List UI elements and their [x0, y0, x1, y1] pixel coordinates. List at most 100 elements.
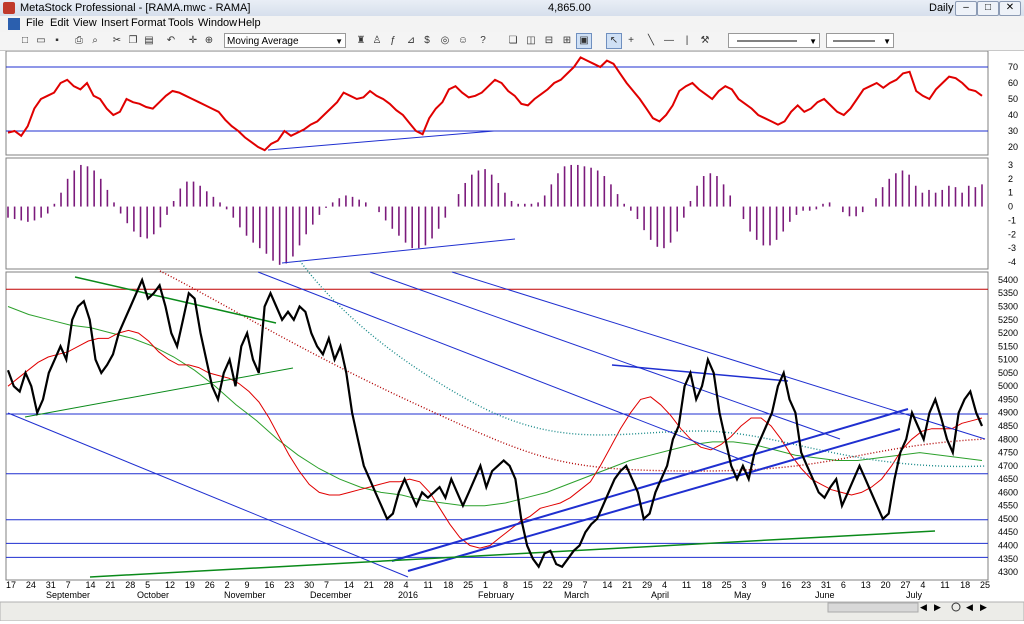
- chevron-down-icon: ▼: [809, 37, 817, 46]
- x-tick-label: 5: [145, 580, 150, 590]
- month-label: June: [815, 590, 835, 600]
- x-tick-label: 24: [26, 580, 36, 590]
- y-tick-label: 3: [1008, 160, 1013, 170]
- y-tick-label: 4750: [998, 448, 1018, 458]
- cut-icon[interactable]: ✂: [110, 34, 124, 48]
- maximize-button[interactable]: □: [977, 1, 999, 16]
- page-left-icon: ◀: [966, 602, 973, 612]
- line-weight-sample: [833, 40, 875, 42]
- x-tick-label: 19: [185, 580, 195, 590]
- y-tick-label: -2: [1008, 229, 1016, 239]
- y-tick-label: 4650: [998, 474, 1018, 484]
- print-icon[interactable]: ⎙: [72, 34, 86, 48]
- x-tick-label: 21: [105, 580, 115, 590]
- new-icon[interactable]: □: [18, 34, 32, 48]
- x-tick-label: 31: [46, 580, 56, 590]
- x-tick-label: 16: [781, 580, 791, 590]
- y-tick-label: 20: [1008, 142, 1018, 152]
- month-label: May: [734, 590, 752, 600]
- line-weight-select[interactable]: ▼: [826, 33, 894, 48]
- scroll-left-icon: ◀: [920, 602, 927, 612]
- formula-icon[interactable]: ƒ: [386, 34, 400, 48]
- lock-icon[interactable]: ♜: [354, 34, 368, 48]
- x-tick-label: 7: [66, 580, 71, 590]
- crosshair-icon[interactable]: ✛: [186, 34, 200, 48]
- horizontal-line-icon[interactable]: —: [662, 34, 676, 48]
- print-preview-icon[interactable]: ⌕: [88, 34, 102, 48]
- tile-horizontal-icon[interactable]: ⊟: [542, 34, 556, 48]
- line-style-sample: [737, 40, 797, 42]
- close-button[interactable]: ✕: [999, 1, 1021, 16]
- x-tick-label: 6: [841, 580, 846, 590]
- x-tick-label: 12: [165, 580, 175, 590]
- y-tick-label: 5200: [998, 328, 1018, 338]
- y-tick-label: 0: [1008, 202, 1013, 212]
- x-tick-label: 22: [543, 580, 553, 590]
- toolbar: □ ▭ ▪ ⎙ ⌕ ✂ ❐ ▤ ↶ ✛ ⊕ Moving Average ▼ ♜…: [0, 32, 1024, 51]
- menu-help[interactable]: Help: [238, 17, 261, 29]
- y-tick-label: 50: [1008, 94, 1018, 104]
- window-cascade-icon[interactable]: ❏: [506, 34, 520, 48]
- menu-format[interactable]: Format: [131, 17, 166, 29]
- x-tick-label: 11: [940, 580, 949, 590]
- y-tick-label: 4600: [998, 487, 1018, 497]
- chart-canvas[interactable]: 7060504030203210-1-2-3-45400535053005250…: [0, 50, 1024, 622]
- tile-vertical-icon[interactable]: ◫: [524, 34, 538, 48]
- layout-icon[interactable]: ▣: [576, 33, 592, 49]
- x-tick-label: 21: [364, 580, 374, 590]
- x-tick-label: 28: [384, 580, 394, 590]
- month-label: December: [310, 590, 352, 600]
- indicator-select-value: Moving Average: [227, 36, 299, 47]
- chevron-down-icon: ▼: [883, 37, 891, 46]
- tools-icon[interactable]: ⚒: [698, 34, 712, 48]
- x-tick-label: 8: [503, 580, 508, 590]
- y-tick-label: 5050: [998, 368, 1018, 378]
- people-icon[interactable]: ☺: [456, 34, 470, 48]
- zoom-icon[interactable]: ⊕: [202, 34, 216, 48]
- price-panel: [5, 271, 989, 581]
- menu-file[interactable]: File: [26, 17, 44, 29]
- app-icon[interactable]: [3, 2, 15, 14]
- menu-tools[interactable]: Tools: [168, 17, 194, 29]
- save-icon[interactable]: ▪: [50, 34, 64, 48]
- dollar-icon[interactable]: $: [420, 34, 434, 48]
- open-icon[interactable]: ▭: [34, 34, 48, 48]
- y-tick-label: 4450: [998, 527, 1018, 537]
- expert-icon[interactable]: ♙: [370, 34, 384, 48]
- paste-icon[interactable]: ▤: [142, 34, 156, 48]
- y-tick-label: 4700: [998, 461, 1018, 471]
- copy-icon[interactable]: ❐: [126, 34, 140, 48]
- menu-edit[interactable]: Edit: [50, 17, 69, 29]
- menu-window[interactable]: Window: [198, 17, 237, 29]
- undo-icon[interactable]: ↶: [164, 34, 178, 48]
- y-tick-label: 4850: [998, 421, 1018, 431]
- menu-view[interactable]: View: [73, 17, 97, 29]
- quote-icon[interactable]: ◎: [438, 34, 452, 48]
- month-label: April: [651, 590, 669, 600]
- grid-icon[interactable]: ⊞: [560, 34, 574, 48]
- cross-icon[interactable]: +: [624, 34, 638, 48]
- x-tick-label: 4: [662, 580, 667, 590]
- menu-insert[interactable]: Insert: [101, 17, 129, 29]
- pointer-icon[interactable]: ↖: [606, 33, 622, 49]
- explorer-icon[interactable]: ⊿: [404, 34, 418, 48]
- y-tick-label: 4900: [998, 408, 1018, 418]
- x-tick-label: 14: [602, 580, 612, 590]
- x-tick-label: 25: [980, 580, 990, 590]
- title-bar: MetaStock Professional - [RAMA.mwc - RAM…: [0, 0, 1024, 17]
- indicator-select[interactable]: Moving Average ▼: [224, 33, 346, 48]
- y-tick-label: -4: [1008, 257, 1016, 267]
- document-icon[interactable]: [8, 18, 20, 30]
- y-tick-label: 1: [1008, 188, 1013, 198]
- line-style-select[interactable]: ▼: [728, 33, 820, 48]
- x-tick-label: 2: [225, 580, 230, 590]
- trendline-icon[interactable]: ╲: [644, 34, 658, 48]
- help-pointer-icon[interactable]: ?: [476, 34, 490, 48]
- minimize-button[interactable]: –: [955, 1, 977, 16]
- y-tick-label: 60: [1008, 78, 1018, 88]
- x-tick-label: 30: [304, 580, 314, 590]
- vertical-line-icon[interactable]: |: [680, 34, 694, 48]
- month-label: March: [564, 590, 589, 600]
- x-tick-label: 4: [404, 580, 409, 590]
- x-tick-label: 3: [741, 580, 746, 590]
